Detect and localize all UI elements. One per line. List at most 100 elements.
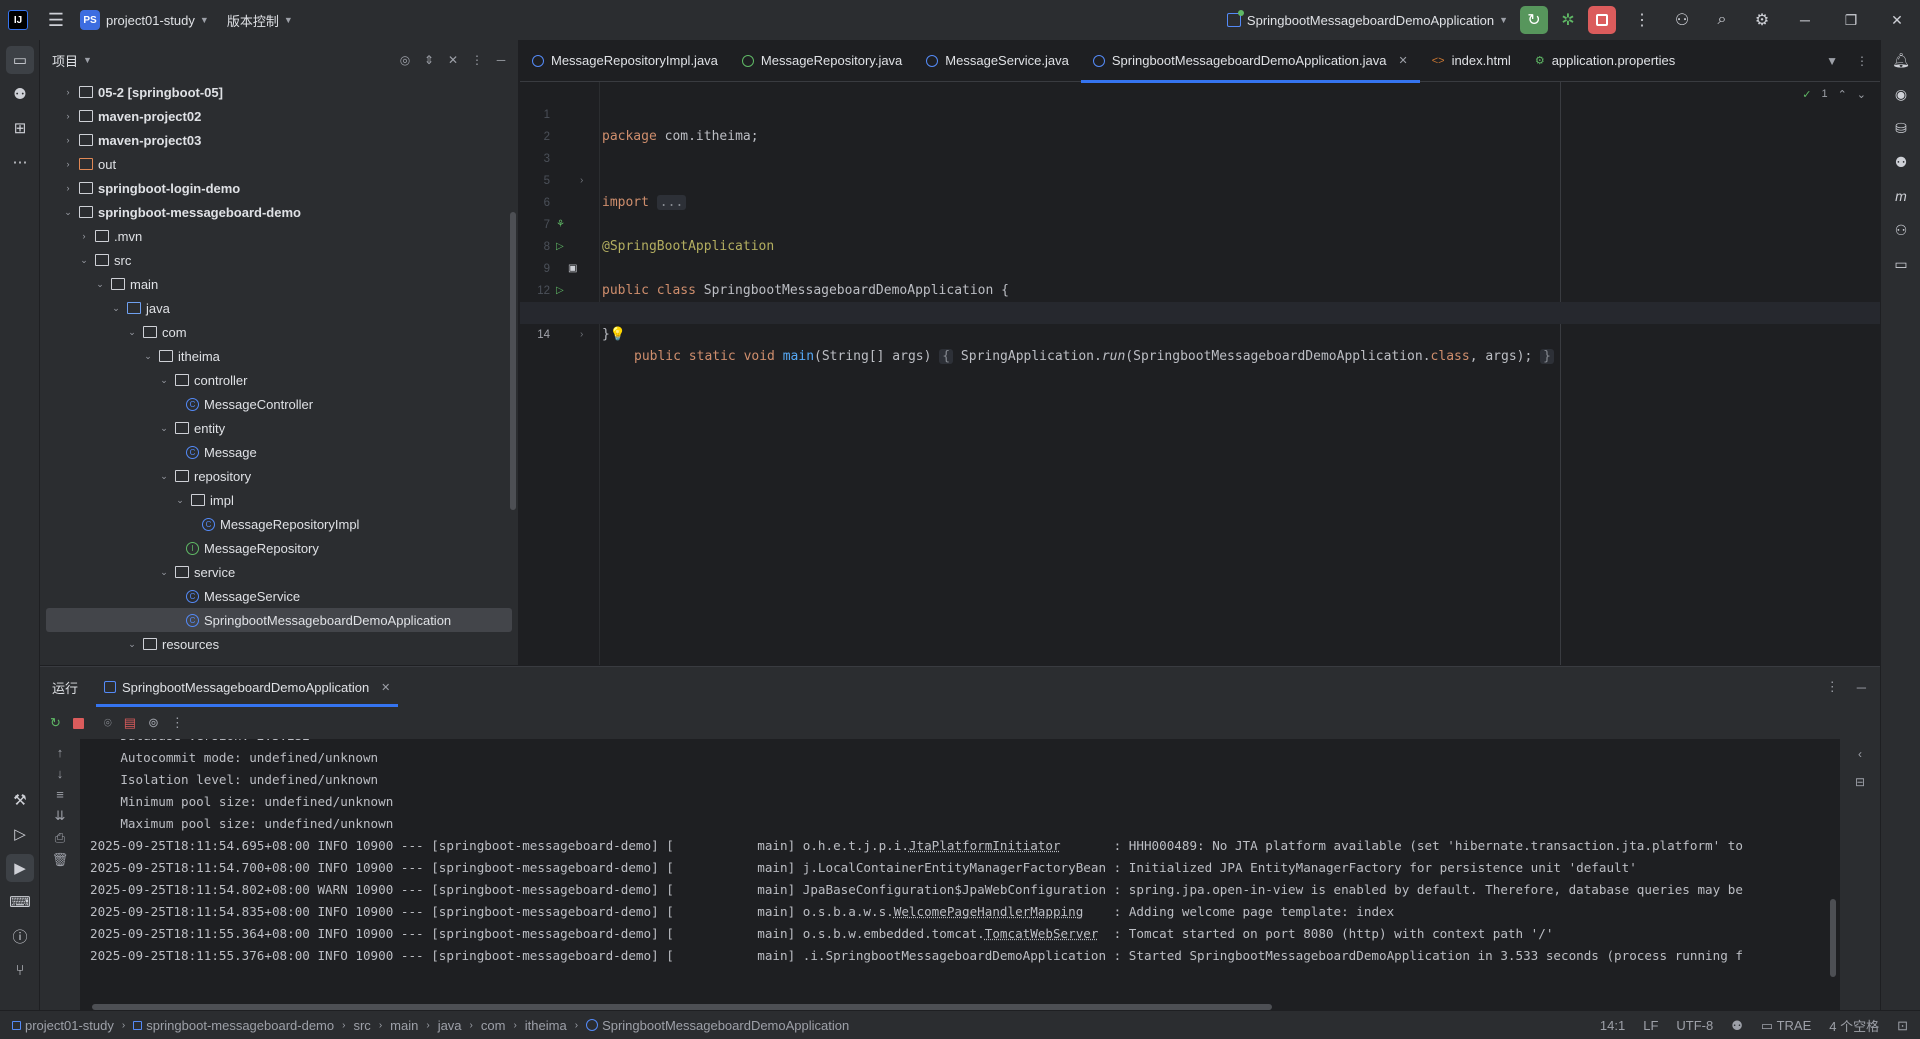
profiler-icon[interactable]: ⊚	[148, 715, 159, 731]
breadcrumb-item[interactable]: src	[353, 1018, 370, 1033]
tree-node[interactable]: C MessageController	[40, 392, 518, 416]
copilot-icon[interactable]: ⚉	[1887, 148, 1915, 176]
more-tools-icon[interactable]: ⋯	[6, 148, 34, 176]
database-icon[interactable]: ⛁	[1887, 114, 1915, 142]
tree-node[interactable]: ⌄ resources	[40, 632, 518, 656]
chevron-right-icon[interactable]: ›	[60, 87, 76, 97]
add-user-icon[interactable]: ⚇	[1662, 0, 1702, 40]
close-icon[interactable]: ✕	[1874, 0, 1920, 40]
tree-node[interactable]: ⌄ entity	[40, 416, 518, 440]
tree-node[interactable]: › maven-project03	[40, 128, 518, 152]
tree-node[interactable]: I MessageRepository	[40, 536, 518, 560]
chevron-down-icon[interactable]: ⌄	[76, 255, 92, 266]
lightbulb-icon[interactable]: 💡	[610, 327, 626, 342]
chevron-down-icon[interactable]: ⌄	[60, 207, 76, 218]
locate-file-icon[interactable]: ◎	[396, 53, 414, 67]
more-icon[interactable]: ⋮	[1622, 0, 1662, 40]
minimize-icon[interactable]: ─	[1782, 0, 1828, 40]
dump-threads-icon[interactable]: ▤	[124, 715, 136, 731]
chevron-right-icon[interactable]: ›	[60, 135, 76, 145]
breadcrumb-item[interactable]: project01-study	[12, 1018, 114, 1033]
fold-icon[interactable]: ›	[580, 324, 583, 346]
tree-node[interactable]: ⌄ com	[40, 320, 518, 344]
tab-list-icon[interactable]: ▼	[1826, 54, 1838, 68]
chevron-down-icon[interactable]: ⌄	[156, 375, 172, 386]
ai-chat-icon[interactable]: ◉	[1887, 80, 1915, 108]
console-vertical-scrollbar[interactable]	[1830, 899, 1836, 977]
tree-node[interactable]: ⌄ src	[40, 248, 518, 272]
chevron-down-icon[interactable]: ⌄	[92, 279, 108, 290]
tree-node[interactable]: ⌄ springboot-messageboard-demo	[40, 200, 518, 224]
settings-icon[interactable]: ⚙	[1742, 0, 1782, 40]
breadcrumb-item[interactable]: springboot-messageboard-demo	[133, 1018, 334, 1033]
ai-status-icon[interactable]: ⚉	[1731, 1018, 1743, 1034]
soft-wrap-icon[interactable]: ≡	[56, 787, 64, 802]
tab-message-repository-impl[interactable]: MessageRepositoryImpl.java	[520, 40, 730, 82]
project-tool-icon[interactable]: ▭	[6, 46, 34, 74]
tree-node[interactable]: ⌄ controller	[40, 368, 518, 392]
chevron-right-icon[interactable]: ›	[60, 183, 76, 193]
structure-tool-icon[interactable]: ⊞	[6, 114, 34, 142]
tree-node[interactable]: C SpringbootMessageboardDemoApplication	[46, 608, 512, 632]
log-logger-u[interactable]: TomcatWebServer	[985, 926, 1099, 941]
tab-springboot-application[interactable]: SpringbootMessageboardDemoApplication.ja…	[1080, 40, 1420, 83]
terminal-tool-icon[interactable]: ⌨	[6, 888, 34, 916]
maven-icon[interactable]: m	[1887, 182, 1915, 210]
stop-icon[interactable]	[1588, 6, 1616, 34]
chevron-left-icon[interactable]: ‹	[1858, 747, 1862, 761]
stop-icon[interactable]	[72, 717, 84, 729]
folded-brace[interactable]: {	[939, 349, 954, 364]
services-tool-icon[interactable]: ▷	[6, 820, 34, 848]
arrow-up-icon[interactable]: ↑	[57, 745, 64, 760]
code-editor[interactable]: ✓ 1 ⌃ ⌄ 1 package com.itheima; 2 3 › imp…	[520, 82, 1880, 665]
tree-node[interactable]: › maven-project02	[40, 104, 518, 128]
rerun-icon[interactable]: ↻	[50, 715, 61, 731]
print-icon[interactable]: ⎙	[55, 830, 65, 846]
main-menu-icon[interactable]: ☰	[44, 8, 68, 32]
chevron-down-icon[interactable]: ▼	[83, 55, 92, 65]
breadcrumb-item[interactable]: itheima	[525, 1018, 567, 1033]
chevron-down-icon[interactable]: ⌄	[124, 327, 140, 338]
chevron-down-icon[interactable]: ⌄	[124, 639, 140, 650]
tab-message-service[interactable]: MessageService.java	[914, 40, 1081, 82]
tree-node[interactable]: › .mvn	[40, 224, 518, 248]
more-icon[interactable]: ⋮	[171, 715, 184, 731]
console-output[interactable]: Database version: 2.3.232 Autocommit mod…	[80, 739, 1880, 995]
tree-node[interactable]: › springboot-login-demo	[40, 176, 518, 200]
line-separator[interactable]: LF	[1643, 1018, 1658, 1033]
problems-tool-icon[interactable]: ⓘ	[6, 922, 34, 950]
tree-node[interactable]: C Message	[40, 440, 518, 464]
tree-node[interactable]: C MessageService	[40, 584, 518, 608]
tree-node[interactable]: ⌄ main	[40, 272, 518, 296]
chevron-down-icon[interactable]: ⌄	[108, 303, 124, 314]
screenshot-icon[interactable]: ⌾	[104, 715, 112, 731]
rerun-icon[interactable]: ↻	[1520, 6, 1548, 34]
chevron-right-icon[interactable]: ›	[76, 231, 92, 241]
indent-setting[interactable]: 4 个空格	[1829, 1016, 1879, 1035]
assistant-icon[interactable]: ⚇	[1887, 216, 1915, 244]
options-icon[interactable]: ⋮	[468, 53, 486, 67]
breadcrumb-item[interactable]: main	[390, 1018, 418, 1033]
tab-message-repository[interactable]: MessageRepository.java	[730, 40, 914, 82]
structure-icon[interactable]: ⊟	[1855, 775, 1865, 789]
chevron-down-icon[interactable]: ⌄	[172, 495, 188, 506]
code-with-me-icon[interactable]: ▭	[1887, 250, 1915, 278]
tree-node[interactable]: C MessageRepositoryImpl	[40, 512, 518, 536]
hide-panel-icon[interactable]: ─	[492, 53, 510, 67]
tab-application-properties[interactable]: ⚙ application.properties	[1523, 40, 1687, 82]
file-encoding[interactable]: UTF-8	[1676, 1018, 1713, 1033]
tree-node[interactable]: ⌄ java	[40, 296, 518, 320]
build-tool-icon[interactable]: ⚒	[6, 786, 34, 814]
notifications-icon[interactable]: 🔔︎	[1887, 46, 1915, 74]
git-tool-icon[interactable]: ⑂	[6, 956, 34, 984]
log-logger-u[interactable]: JtaPlatformInitiator	[909, 838, 1061, 853]
project-panel-title[interactable]: 项目	[52, 51, 78, 70]
ai-assistant-icon[interactable]: ⚉	[6, 80, 34, 108]
trash-icon[interactable]: 🗑︎	[52, 852, 69, 868]
run-tool-icon[interactable]: ▶	[6, 854, 34, 882]
search-icon[interactable]: ⌕	[1702, 0, 1742, 40]
trae-status[interactable]: ▭ TRAE	[1761, 1018, 1811, 1034]
lock-icon[interactable]: ⊡	[1897, 1018, 1908, 1034]
chevron-down-icon[interactable]: ⌄	[156, 567, 172, 578]
tab-options-icon[interactable]: ⋮	[1856, 54, 1868, 68]
